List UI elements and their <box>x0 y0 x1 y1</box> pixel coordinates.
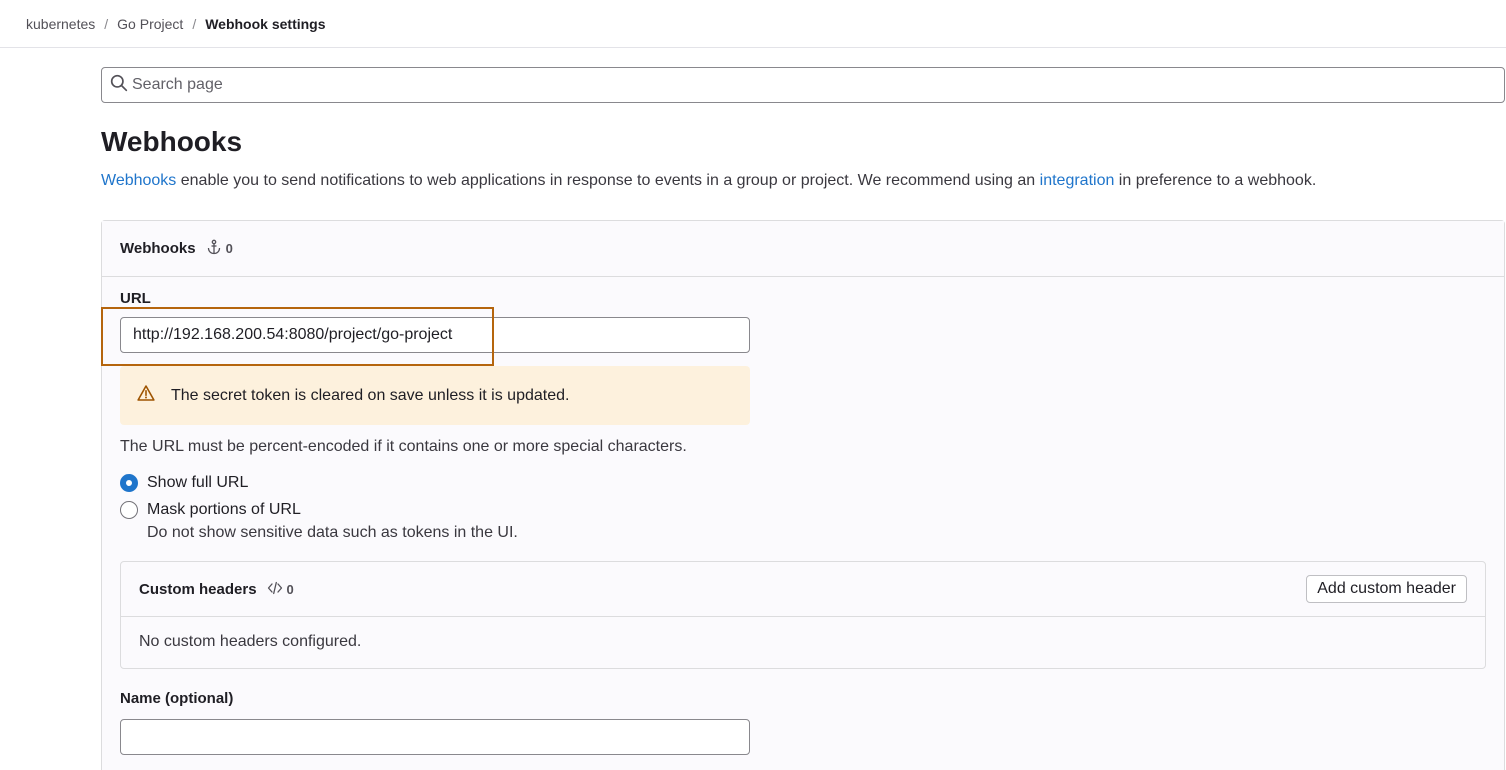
webhooks-card-header: Webhooks 0 <box>102 221 1504 277</box>
description-text-end: in preference to a webhook. <box>1114 172 1317 189</box>
search-icon <box>110 74 128 97</box>
search-input[interactable] <box>132 76 1432 94</box>
add-custom-header-button[interactable]: Add custom header <box>1306 575 1467 603</box>
mask-url-help-text: Do not show sensitive data such as token… <box>147 524 518 541</box>
custom-headers-header: Custom headers 0 Add custom header <box>121 562 1485 617</box>
webhooks-count: 0 <box>225 241 233 256</box>
breadcrumb-item-go-project[interactable]: Go Project <box>117 16 183 32</box>
radio-button-unchecked[interactable] <box>120 501 138 519</box>
url-input[interactable] <box>120 317 750 353</box>
url-label: URL <box>120 290 151 307</box>
radio-mask-url[interactable]: Mask portions of URL <box>120 501 301 519</box>
webhooks-count-badge: 0 <box>206 239 233 258</box>
breadcrumb-item-kubernetes[interactable]: kubernetes <box>26 16 95 32</box>
description-text: enable you to send notifications to web … <box>176 172 1040 189</box>
radio-show-full-url[interactable]: Show full URL <box>120 474 248 492</box>
custom-headers-count: 0 <box>286 581 294 597</box>
name-label: Name (optional) <box>120 690 234 707</box>
secret-token-alert: The secret token is cleared on save unle… <box>120 366 750 425</box>
warning-icon <box>137 384 171 407</box>
webhooks-card-title: Webhooks <box>120 240 196 257</box>
alert-text: The secret token is cleared on save unle… <box>171 386 570 404</box>
name-input[interactable] <box>120 719 750 755</box>
code-icon <box>267 580 287 599</box>
webhooks-docs-link[interactable]: Webhooks <box>101 172 176 189</box>
breadcrumb-current: Webhook settings <box>205 15 326 32</box>
custom-headers-count-badge: 0 <box>267 580 294 599</box>
radio-button-checked[interactable] <box>120 474 138 492</box>
custom-headers-title: Custom headers <box>139 580 257 598</box>
custom-headers-empty: No custom headers configured. <box>139 633 362 650</box>
url-help-text: The URL must be percent-encoded if it co… <box>120 438 687 455</box>
integration-link[interactable]: integration <box>1040 172 1115 189</box>
radio-show-full-url-label: Show full URL <box>147 474 249 491</box>
breadcrumb-separator: / <box>104 15 109 32</box>
search-box[interactable] <box>101 67 1505 103</box>
radio-mask-url-label: Mask portions of URL <box>147 501 301 518</box>
webhooks-card: Webhooks 0 <box>101 220 1505 770</box>
page-description: Webhooks enable you to send notification… <box>101 172 1316 190</box>
page-title: Webhooks <box>101 126 243 157</box>
breadcrumb-separator: / <box>192 15 197 32</box>
anchor-icon <box>206 239 226 258</box>
custom-headers-card: Custom headers 0 Add custom header No cu… <box>120 561 1486 669</box>
breadcrumb: kubernetes / Go Project / Webhook settin… <box>0 0 1506 48</box>
